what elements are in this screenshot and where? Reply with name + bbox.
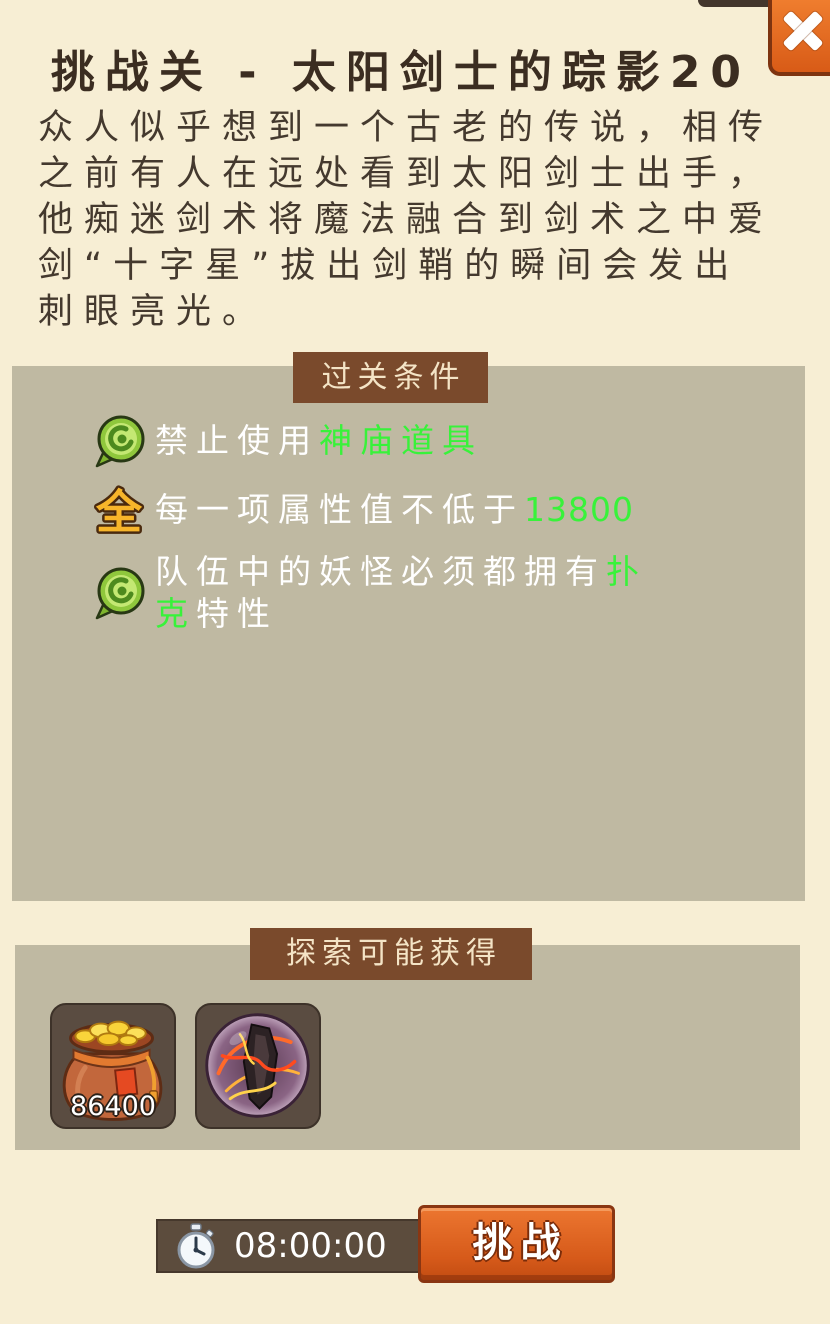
condition-highlight: 神庙道具: [319, 421, 483, 460]
reward-amount: 86400: [70, 1091, 156, 1122]
condition-suffix: 特性: [196, 594, 278, 633]
green-bubble-icon: [92, 414, 146, 468]
reward-slot-orb[interactable]: [195, 1003, 321, 1129]
condition-text: 每一项属性值不低于13800: [155, 489, 670, 531]
gold-quan-glyph: 全: [95, 485, 143, 537]
condition-text: 禁止使用神庙道具: [155, 420, 670, 462]
challenge-button[interactable]: 挑战: [418, 1205, 615, 1283]
rewards-header: 探索可能获得: [250, 928, 532, 980]
countdown-time: 08:00:00: [234, 1226, 387, 1266]
stage-description: 众人似乎想到一个古老的传说，相传 之前有人在远处看到太阳剑士出手， 他痴迷剑术将…: [38, 105, 828, 335]
frame-edge: [698, 0, 770, 7]
sword-orb-icon: [205, 1013, 310, 1118]
green-bubble-icon: [92, 566, 146, 620]
description-line: 刺眼亮光。: [38, 292, 269, 332]
challenge-button-label: 挑战: [472, 1220, 569, 1266]
condition-label: 每一项属性值不低于: [155, 490, 524, 529]
conditions-header: 过关条件: [293, 352, 488, 403]
condition-text: 队伍中的妖怪必须都拥有扑克特性: [155, 551, 670, 635]
stage-title: 挑战关 - 太阳剑士的踪影20: [50, 47, 752, 98]
description-line: 众人似乎想到一个古老的传说，相传: [38, 108, 775, 148]
condition-label: 队伍中的妖怪必须都拥有: [155, 552, 606, 591]
condition-highlight: 13800: [524, 490, 634, 529]
reward-slot-coins[interactable]: 86400: [50, 1003, 176, 1129]
description-line: 他痴迷剑术将魔法融合到剑术之中爱: [38, 200, 775, 240]
condition-label: 禁止使用: [155, 421, 319, 460]
description-line: 之前有人在远处看到太阳剑士出手，: [38, 154, 775, 194]
stopwatch-icon: [176, 1223, 216, 1269]
gold-quan-icon: 全: [92, 483, 146, 542]
description-line: 剑“十字星”拔出剑鞘的瞬间会发出: [38, 246, 741, 286]
